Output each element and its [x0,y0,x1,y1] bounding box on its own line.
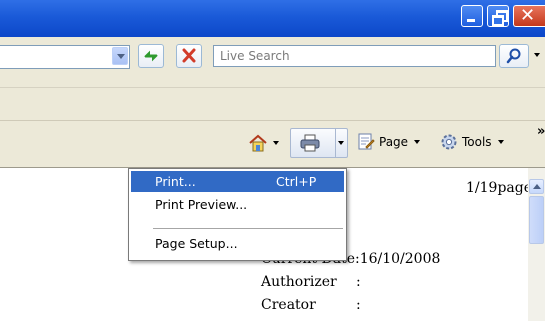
close-window-button[interactable]: ✕ [513,5,545,27]
chevron-down-icon [414,140,421,144]
links-bar [0,88,545,121]
menu-item-label: Print... [155,174,196,189]
menu-item-print[interactable]: Print... Ctrl+P [131,171,344,192]
menu-item-shortcut: Ctrl+P [276,174,317,189]
refresh-button[interactable] [138,44,164,68]
search-placeholder: Live Search [220,49,290,63]
print-dropdown-button[interactable] [338,133,344,153]
menu-separator [153,228,343,229]
chevron-down-icon [338,141,344,145]
chevron-more-icon[interactable]: » [537,121,545,141]
search-icon [506,48,521,64]
page-menu-button[interactable]: Page [357,132,421,152]
menu-item-page-setup[interactable]: Page Setup... [131,233,344,254]
chevron-down-icon [497,140,504,144]
stop-button[interactable] [176,44,202,68]
scroll-up-button[interactable] [529,179,544,194]
address-input[interactable] [0,45,130,69]
restore-button[interactable] [487,5,509,27]
menu-item-label: Print Preview... [155,197,248,212]
print-split-divider [335,129,336,157]
print-dropdown-menu: Print... Ctrl+P Print Preview... Page Se… [128,168,347,261]
tools-menu-button[interactable]: Tools [440,132,504,152]
menu-item-label: Page Setup... [155,236,238,251]
refresh-icon [144,50,158,62]
page-counter: 1/19page [466,180,532,196]
printer-icon [300,134,320,152]
address-dropdown-button[interactable] [112,47,128,65]
page-icon [358,133,375,150]
creator-value: : [356,297,361,313]
home-icon [249,134,267,152]
creator-label: Creator [261,297,316,313]
search-options-button[interactable] [529,44,545,66]
stop-icon [182,48,196,63]
home-dropdown-button[interactable] [273,133,279,153]
scroll-thumb[interactable] [529,196,544,244]
page-menu-label: Page [379,135,409,149]
window-title-bar: ✕ [0,0,545,37]
chevron-down-icon [534,53,540,57]
minimize-button[interactable] [461,5,483,27]
authorizer-label: Authorizer [261,274,337,290]
gear-icon [441,134,457,150]
print-button[interactable] [298,133,322,153]
tools-menu-label: Tools [462,135,492,149]
menu-item-print-preview[interactable]: Print Preview... [131,194,344,215]
authorizer-value: : [356,274,361,290]
close-icon: ✕ [520,5,536,26]
search-button[interactable] [499,44,529,68]
chevron-down-icon [273,141,279,145]
home-button[interactable] [247,133,269,153]
search-input[interactable]: Live Search [213,45,496,67]
